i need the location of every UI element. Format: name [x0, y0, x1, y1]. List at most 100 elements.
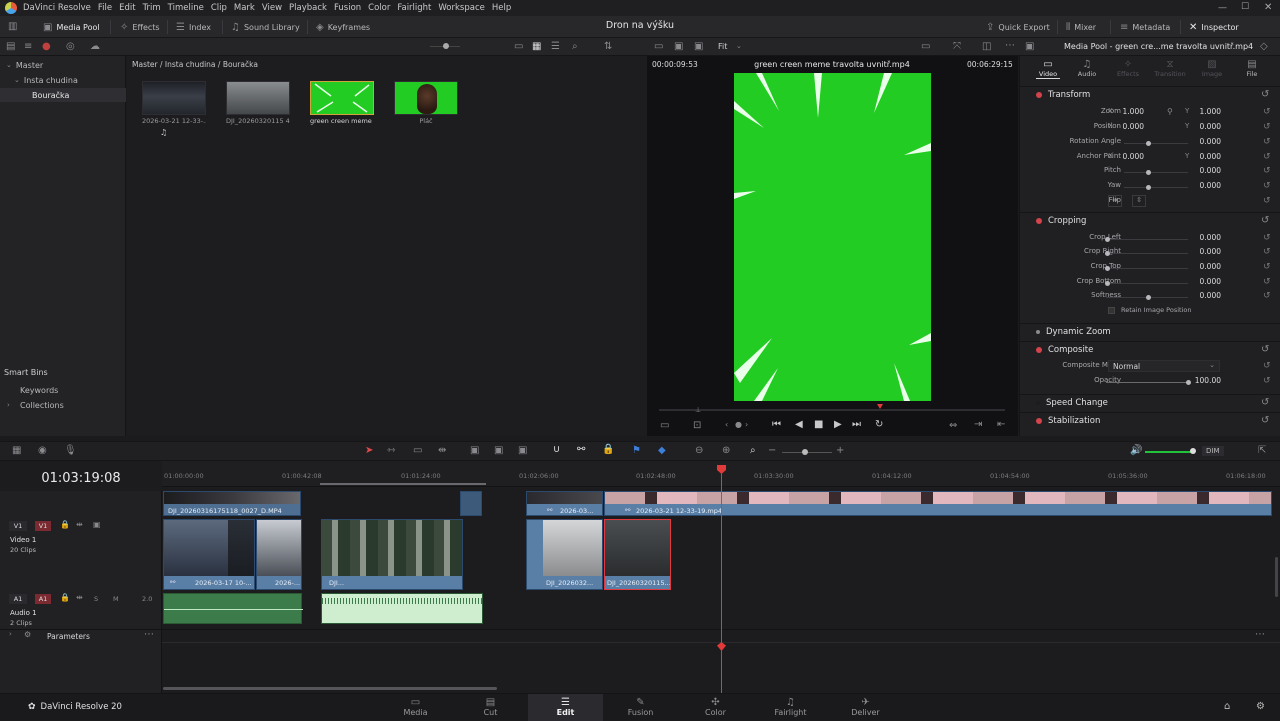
- source-tape-icon[interactable]: ▣: [674, 42, 683, 52]
- jog-icon[interactable]: ●: [735, 421, 742, 429]
- reset-icon[interactable]: ↺: [1261, 416, 1269, 426]
- crop-left-field[interactable]: 0.000: [1179, 233, 1221, 242]
- reset-icon[interactable]: ↺: [1263, 361, 1271, 371]
- grid-view-icon[interactable]: ▦: [532, 42, 541, 52]
- flip-horizontal-icon[interactable]: ⇹: [1108, 195, 1122, 207]
- prev-edit-icon[interactable]: ⇤: [997, 420, 1005, 430]
- timeline-vertical-scrollbar[interactable]: [1275, 557, 1278, 597]
- marker-icon[interactable]: ◆: [658, 446, 666, 456]
- window-close-icon[interactable]: ✕: [1264, 2, 1272, 13]
- metadata-view-icon[interactable]: ▭: [514, 42, 523, 52]
- page-media[interactable]: ▭ Media: [378, 694, 453, 721]
- smart-bin-collections[interactable]: Collections: [20, 401, 64, 410]
- timeline-clip[interactable]: ⚯ 2026-03-21 12-33-19.mp4: [604, 491, 1272, 516]
- bin-icon[interactable]: ◎: [66, 42, 75, 52]
- detail-zoom-icon[interactable]: ⊕: [722, 446, 730, 456]
- reset-icon[interactable]: ↺: [1261, 398, 1269, 408]
- next-edit-icon[interactable]: ⇥: [974, 420, 982, 430]
- reset-icon[interactable]: ↺: [1261, 216, 1269, 226]
- custom-zoom-icon[interactable]: ⌕: [750, 446, 756, 456]
- overwrite-clip-icon[interactable]: ▣: [494, 446, 503, 456]
- parameters-expand-icon[interactable]: ›: [9, 631, 12, 638]
- loop-icon[interactable]: ↻: [875, 420, 883, 430]
- mute-button[interactable]: M: [113, 595, 119, 603]
- inspector-button[interactable]: ✕ Inspector: [1189, 20, 1239, 35]
- selection-tool-icon[interactable]: ➤: [365, 446, 373, 456]
- crop-top-field[interactable]: 0.000: [1179, 262, 1221, 271]
- inspector-tab-audio[interactable]: ♫ Audio: [1075, 60, 1099, 79]
- reset-icon[interactable]: ↺: [1263, 166, 1271, 176]
- timeline-clip[interactable]: DJI...: [321, 519, 463, 590]
- menu-app[interactable]: DaVinci Resolve: [23, 3, 91, 13]
- menu-playback[interactable]: Playback: [289, 3, 327, 13]
- reset-icon[interactable]: ↺: [1263, 196, 1271, 206]
- reset-icon[interactable]: ↺: [1263, 233, 1271, 243]
- yaw-slider-knob[interactable]: [1146, 185, 1151, 190]
- index-button[interactable]: ☰ Index: [176, 20, 211, 35]
- reset-icon[interactable]: ↺: [1263, 262, 1271, 272]
- viewer-zoom-dropdown[interactable]: Fit: [718, 42, 727, 51]
- reset-icon[interactable]: ↺: [1263, 152, 1271, 162]
- linked-selection-icon[interactable]: ⚯: [577, 445, 585, 455]
- auto-select-icon[interactable]: ⇹: [76, 594, 83, 602]
- page-edit[interactable]: ☰ Edit: [528, 694, 603, 721]
- timeline-clip[interactable]: DJI_20260316175118_0027_D.MP4: [163, 491, 301, 516]
- mixer-button[interactable]: ⫴ Mixer: [1066, 20, 1096, 35]
- crop-right-slider[interactable]: [1106, 253, 1188, 254]
- cropping-section[interactable]: Cropping ↺: [1020, 213, 1280, 229]
- reset-icon[interactable]: ↺: [1263, 122, 1271, 132]
- flip-vertical-icon[interactable]: ⇳: [1132, 195, 1146, 207]
- insert-clip-icon[interactable]: ▣: [470, 446, 479, 456]
- v1-tag[interactable]: V1: [9, 521, 27, 531]
- timeline-clip[interactable]: ⚯ 2026-03-17 10-...: [163, 519, 255, 590]
- sound-library-button[interactable]: ♫ Sound Library: [231, 20, 300, 35]
- sort-icon[interactable]: ⇅: [604, 42, 612, 52]
- crop-right-knob[interactable]: [1105, 251, 1110, 256]
- dual-viewer-icon[interactable]: ◫: [982, 42, 991, 52]
- pool-clip[interactable]: Pláč: [394, 81, 458, 125]
- crop-top-slider[interactable]: [1106, 268, 1188, 269]
- reset-icon[interactable]: ↺: [1263, 291, 1271, 301]
- softness-knob[interactable]: [1146, 295, 1151, 300]
- speed-change-section[interactable]: Speed Change ↺: [1020, 395, 1280, 411]
- timeline-view-options-icon[interactable]: ▦: [12, 446, 21, 456]
- pool-clip-selected[interactable]: green creen meme ...: [310, 81, 374, 125]
- track-enable-icon[interactable]: ▣: [93, 521, 101, 529]
- parameters-more-icon[interactable]: ⋯: [1255, 630, 1265, 640]
- dim-button[interactable]: DIM: [1202, 446, 1224, 456]
- record-icon[interactable]: ●: [42, 42, 51, 52]
- fullscreen-icon[interactable]: ⇔: [949, 421, 957, 431]
- play-icon[interactable]: ▶: [834, 420, 842, 430]
- reset-icon[interactable]: ↺: [1263, 137, 1271, 147]
- link-icon[interactable]: ⚲: [1167, 108, 1173, 116]
- position-lock-icon[interactable]: 🔒: [602, 445, 614, 455]
- menu-workspace[interactable]: Workspace: [438, 3, 484, 13]
- timeline-horizontal-scrollbar[interactable]: [163, 687, 497, 690]
- viewer-size-icon[interactable]: ▭: [660, 421, 669, 431]
- viewer-options-icon[interactable]: ▭: [921, 42, 930, 52]
- menu-fairlight[interactable]: Fairlight: [397, 3, 431, 13]
- timeline-zoom-knob[interactable]: [802, 449, 808, 455]
- section-enabled-indicator[interactable]: [1036, 330, 1040, 334]
- video-frame[interactable]: [734, 73, 931, 401]
- yaw-field[interactable]: 0.000: [1179, 181, 1221, 190]
- rotation-field[interactable]: 0.000: [1179, 137, 1221, 146]
- crop-left-knob[interactable]: [1105, 237, 1110, 242]
- bin-master[interactable]: ⌄ Master: [0, 58, 126, 72]
- pitch-slider-knob[interactable]: [1146, 170, 1151, 175]
- timeline-clip[interactable]: ⚯ 2026-03...: [526, 491, 603, 516]
- play-reverse-icon[interactable]: ◀: [795, 420, 803, 430]
- media-pool-button[interactable]: ▣ Media Pool: [43, 20, 100, 35]
- section-enabled-indicator[interactable]: [1036, 401, 1040, 405]
- rotation-slider-knob[interactable]: [1146, 141, 1151, 146]
- expand-timeline-icon[interactable]: ⇱: [1258, 446, 1266, 456]
- anchor-y-field[interactable]: 0.000: [1179, 152, 1221, 161]
- blade-tool-icon[interactable]: ⇹: [438, 446, 446, 456]
- volume-knob[interactable]: [1190, 448, 1196, 454]
- crop-bottom-slider[interactable]: [1106, 283, 1188, 284]
- full-extent-zoom-icon[interactable]: ⊖: [695, 446, 703, 456]
- viewer-clip-name[interactable]: green creen meme travolta uvnitř.mp4: [742, 60, 922, 69]
- go-to-start-icon[interactable]: ⏮: [772, 420, 781, 430]
- inspector-tab-image[interactable]: ▨ Image: [1198, 60, 1226, 79]
- auto-select-icon[interactable]: ⇹: [76, 521, 83, 529]
